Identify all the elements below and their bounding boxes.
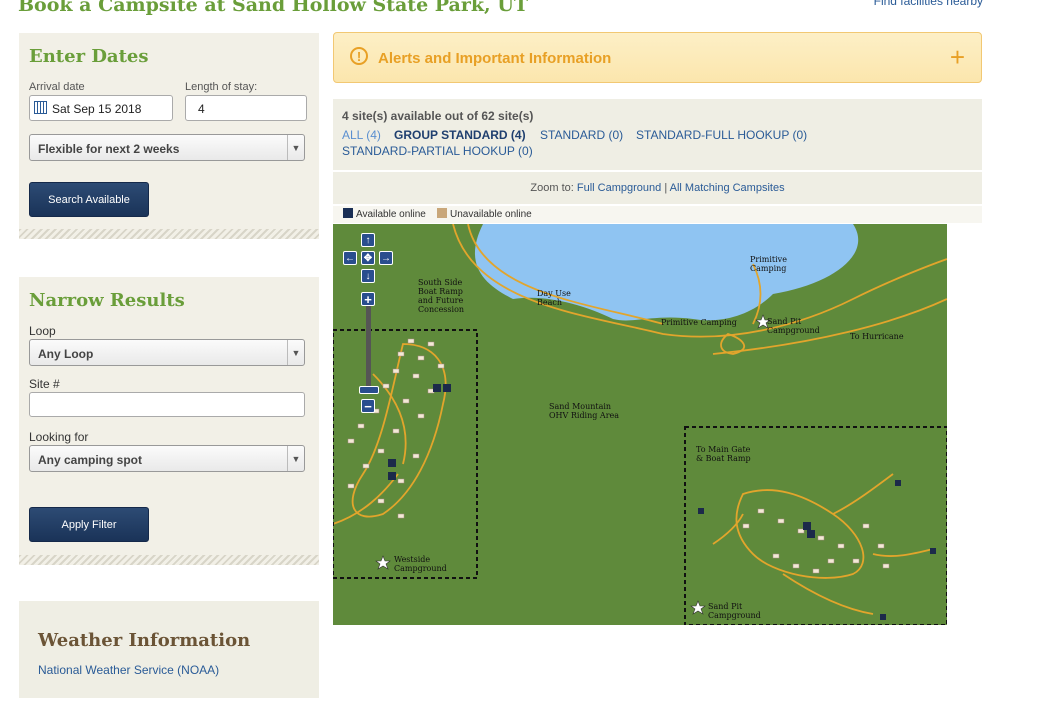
length-of-stay-label: Length of stay: (185, 81, 258, 93)
map-label-sand-pit-bottom: Sand Pit Campground (708, 602, 761, 620)
lake (474, 224, 859, 321)
chevron-down-icon: ▼ (287, 135, 304, 160)
enter-dates-panel: Enter Dates Arrival date Sat Sep 15 2018… (19, 33, 319, 229)
legend-unavailable-label: Unavailable online (450, 209, 532, 220)
narrow-results-heading: Narrow Results (29, 290, 185, 311)
enter-dates-heading: Enter Dates (29, 46, 149, 67)
hatch-divider (19, 229, 319, 239)
search-available-button[interactable]: Search Available (29, 182, 149, 217)
looking-for-label: Looking for (29, 430, 89, 444)
expand-plus-icon[interactable]: + (950, 42, 965, 73)
legend-available-label: Available online (356, 209, 426, 220)
legend-unavailable: Unavailable online (437, 208, 532, 220)
map-label-primitive-top: Primitive Camping (750, 255, 787, 273)
zoom-prefix: Zoom to: (530, 182, 574, 194)
calendar-icon[interactable] (34, 101, 47, 114)
arrival-date-field[interactable]: Sat Sep 15 2018 (29, 95, 173, 121)
filter-partial-hookup[interactable]: STANDARD-PARTIAL HOOKUP (0) (342, 144, 533, 158)
zoom-in-icon[interactable]: + (361, 292, 375, 307)
chevron-down-icon: ▼ (287, 446, 304, 471)
map-label-primitive-mid: Primitive Camping (661, 318, 737, 327)
map-legend: Available online Unavailable online (333, 206, 982, 223)
filter-standard[interactable]: STANDARD (0) (540, 128, 623, 142)
length-of-stay-value: 4 (198, 102, 205, 116)
filter-full-hookup[interactable]: STANDARD-FULL HOOKUP (0) (636, 128, 807, 142)
map-label-south-side: South Side Boat Ramp and Future Concessi… (418, 278, 465, 314)
map-label-westside: Westside Campground (394, 555, 447, 573)
pan-down-icon[interactable]: ↓ (361, 269, 375, 283)
site-filter-panel: 4 site(s) available out of 62 site(s) AL… (333, 99, 982, 170)
weather-heading: Weather Information (38, 630, 251, 651)
length-of-stay-field[interactable]: 4 (185, 95, 307, 121)
noaa-link[interactable]: National Weather Service (NOAA) (38, 663, 219, 677)
arrival-date-value: Sat Sep 15 2018 (52, 102, 142, 116)
filter-group-standard[interactable]: GROUP STANDARD (4) (394, 128, 526, 142)
loop-select[interactable]: Any Loop ▼ (29, 339, 305, 366)
zoom-full-campground-link[interactable]: Full Campground (577, 182, 661, 194)
campground-map[interactable]: South Side Boat Ramp and Future Concessi… (333, 224, 947, 625)
arrival-date-label: Arrival date (29, 81, 85, 93)
unavailable-swatch (437, 208, 447, 218)
loop-label: Loop (29, 324, 56, 338)
map-label-main-gate: To Main Gate & Boat Ramp (696, 445, 751, 463)
alerts-title: Alerts and Important Information (378, 50, 612, 67)
zoom-out-icon[interactable]: − (361, 399, 375, 414)
pan-right-icon[interactable]: → (379, 251, 393, 265)
site-number-input[interactable] (29, 392, 305, 417)
zoom-slider-handle[interactable] (359, 386, 379, 394)
chevron-down-icon: ▼ (287, 340, 304, 365)
zoom-separator: | (664, 182, 668, 194)
find-facilities-link[interactable]: Find facilities nearby (874, 0, 983, 8)
looking-for-value: Any camping spot (38, 453, 143, 467)
pan-up-icon[interactable]: ↑ (361, 233, 375, 247)
weather-panel: Weather Information National Weather Ser… (19, 601, 319, 698)
pan-center-icon[interactable]: ✥ (361, 251, 375, 265)
map-label-ohv: Sand Mountain OHV Riding Area (549, 402, 620, 420)
site-count: 4 site(s) available out of 62 site(s) (342, 109, 534, 123)
map-label-sand-pit-top: Sand Pit Campground (767, 317, 820, 335)
available-swatch (343, 208, 353, 218)
map-label-day-use: Day Use Beach (537, 289, 571, 307)
page-title: Book a Campsite at Sand Hollow State Par… (18, 0, 528, 16)
alerts-bar[interactable]: ! Alerts and Important Information + (333, 32, 982, 83)
flexible-dates-select[interactable]: Flexible for next 2 weeks ▼ (29, 134, 305, 161)
looking-for-select[interactable]: Any camping spot ▼ (29, 445, 305, 472)
apply-filter-button[interactable]: Apply Filter (29, 507, 149, 542)
narrow-results-panel: Narrow Results Loop Any Loop ▼ Site # Lo… (19, 277, 319, 555)
legend-available: Available online (343, 208, 426, 220)
exclamation-icon: ! (350, 47, 368, 65)
map-label-to-hurricane: To Hurricane (850, 332, 904, 341)
pan-left-icon[interactable]: ← (343, 251, 357, 265)
zoom-matching-link[interactable]: All Matching Campsites (670, 182, 785, 194)
loop-value: Any Loop (38, 347, 94, 361)
site-number-label: Site # (29, 377, 60, 391)
zoom-bar: Zoom to: Full Campground | All Matching … (333, 172, 982, 204)
flexible-dates-value: Flexible for next 2 weeks (38, 142, 180, 156)
filter-all[interactable]: ALL (4) (342, 128, 381, 142)
hatch-divider (19, 555, 319, 565)
